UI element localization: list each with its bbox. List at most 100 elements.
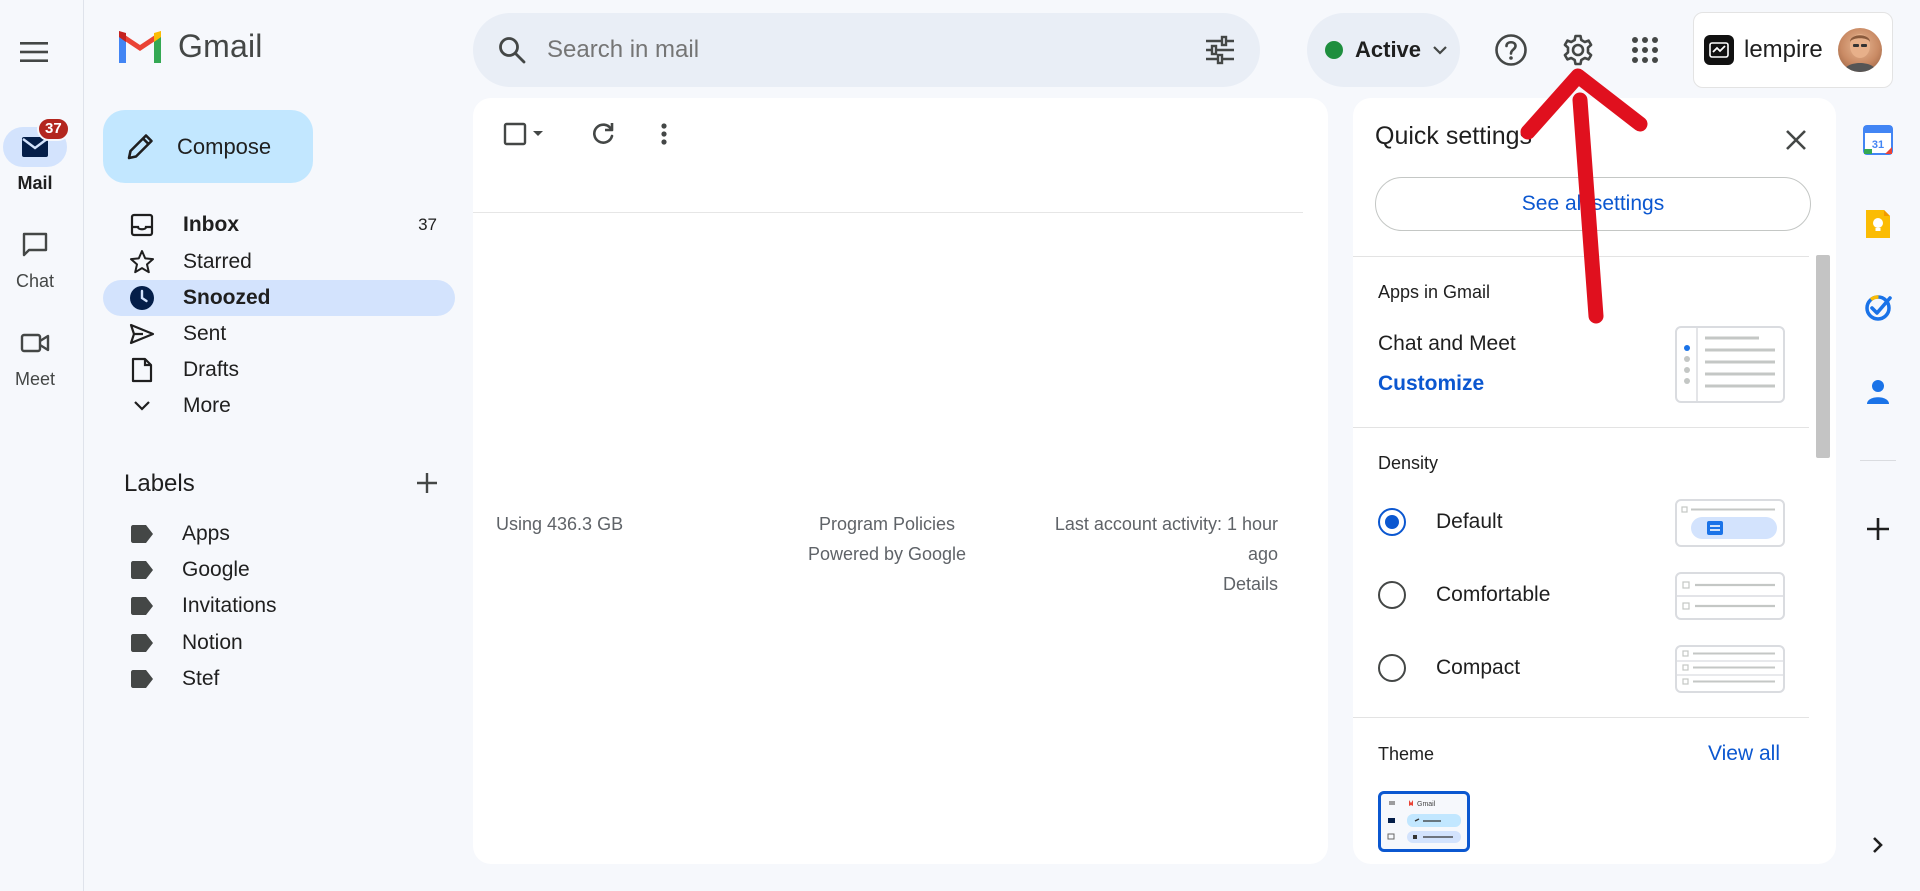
labels-heading: Labels — [124, 470, 195, 497]
send-icon — [129, 323, 155, 345]
quick-settings-scrollbar[interactable] — [1816, 255, 1830, 458]
label-name: Invitations — [182, 594, 277, 617]
main-menu-button[interactable] — [10, 28, 58, 76]
expand-side-panel-button[interactable] — [1858, 825, 1898, 865]
label-name: Apps — [182, 522, 230, 545]
label-item-invitations[interactable]: Invitations — [130, 591, 277, 621]
chat-meet-thumbnail — [1675, 326, 1785, 403]
label-name: Notion — [182, 631, 243, 654]
keep-lightbulb-icon — [1866, 210, 1890, 238]
nav-label-drafts: Drafts — [183, 358, 240, 381]
density-label: Compact — [1436, 656, 1521, 679]
account-switcher[interactable]: lempire — [1693, 12, 1893, 88]
calendar-icon: 31 — [1863, 125, 1893, 155]
side-panel-divider — [1860, 460, 1896, 461]
label-item-google[interactable]: Google — [130, 555, 250, 585]
program-policies-link[interactable]: Program Policies — [780, 509, 994, 539]
nav-count-inbox: 37 — [418, 215, 437, 234]
pencil-icon — [127, 133, 153, 159]
nav-label-sent: Sent — [183, 322, 227, 345]
qs-divider — [1353, 427, 1809, 428]
powered-by-google: Powered by Google — [807, 544, 967, 564]
rail-item-chat[interactable]: Chat — [2, 225, 68, 292]
close-quick-settings-button[interactable] — [1778, 122, 1814, 158]
label-tag-icon — [131, 561, 153, 579]
chevron-down-icon — [134, 401, 150, 411]
rail-item-mail[interactable]: 37 Mail — [2, 117, 70, 194]
tasks-app-button[interactable] — [1858, 288, 1898, 328]
get-addons-button[interactable] — [1858, 509, 1898, 549]
density-option-comfortable[interactable]: Comfortable — [1378, 580, 1550, 610]
plus-icon — [417, 473, 437, 493]
mail-unread-badge: 37 — [37, 117, 70, 141]
calendar-app-button[interactable]: 31 — [1858, 120, 1898, 160]
app-name: Gmail — [178, 28, 263, 64]
search-options-icon[interactable] — [1204, 35, 1236, 65]
label-item-apps[interactable]: Apps — [130, 519, 230, 549]
label-tag-icon — [131, 525, 153, 543]
density-option-default[interactable]: Default — [1378, 507, 1503, 537]
radio-button[interactable] — [1378, 508, 1406, 536]
draft-file-icon — [131, 357, 153, 383]
create-label-button[interactable] — [412, 468, 442, 498]
select-all-checkbox[interactable] — [494, 114, 556, 154]
label-item-notion[interactable]: Notion — [130, 628, 243, 658]
density-label: Default — [1436, 510, 1503, 533]
clock-icon — [130, 286, 154, 310]
radio-button[interactable] — [1378, 654, 1406, 682]
compose-button[interactable]: Compose — [103, 110, 313, 183]
svg-text:31: 31 — [1872, 139, 1884, 151]
nav-label-more: More — [183, 394, 231, 417]
nav-item-drafts[interactable]: Drafts — [103, 352, 455, 388]
density-label: Comfortable — [1436, 583, 1551, 606]
nav-item-more[interactable]: More — [103, 388, 455, 424]
activity-details-link[interactable]: Details — [1020, 569, 1278, 599]
contacts-person-icon — [1867, 380, 1889, 404]
nav-item-inbox[interactable]: Inbox 37 — [103, 207, 455, 243]
close-icon — [1786, 130, 1806, 150]
contacts-app-button[interactable] — [1858, 372, 1898, 412]
tasks-check-icon — [1865, 295, 1892, 321]
search-icon — [499, 37, 526, 64]
search-input[interactable] — [547, 36, 1204, 64]
hamburger-icon — [20, 42, 48, 62]
nav-label-inbox: Inbox — [183, 213, 239, 236]
density-default-thumbnail — [1675, 499, 1785, 547]
rail-pill-chat — [3, 225, 67, 265]
customize-link[interactable]: Customize — [1378, 372, 1484, 396]
chat-icon — [22, 232, 48, 257]
label-item-stef[interactable]: Stef — [130, 664, 219, 694]
nav-item-starred[interactable]: Starred — [103, 244, 455, 280]
storage-usage[interactable]: Using 436.3 GB — [496, 509, 623, 539]
rail-pill-mail: 37 — [3, 117, 70, 167]
view-all-themes-link[interactable]: View all — [1708, 742, 1780, 766]
last-activity-line2: ago — [1247, 544, 1278, 564]
chevron-down-icon — [1433, 46, 1447, 55]
density-option-compact[interactable]: Compact — [1378, 653, 1520, 683]
footer-center: Program Policies Powered by Google — [780, 509, 994, 569]
gmail-logo[interactable]: Gmail — [116, 28, 263, 65]
nav-item-snoozed[interactable]: Snoozed — [103, 280, 455, 316]
last-activity: Last account activity: 1 hour ago Detail… — [1020, 509, 1278, 599]
more-options-button[interactable] — [644, 114, 684, 154]
status-selector[interactable]: Active — [1307, 13, 1460, 87]
refresh-icon — [593, 123, 614, 144]
user-avatar — [1838, 28, 1882, 72]
refresh-button[interactable] — [583, 114, 623, 154]
label-name: Google — [182, 558, 250, 581]
rail-label-mail: Mail — [17, 173, 53, 193]
nav-label-snoozed: Snoozed — [183, 286, 271, 309]
video-camera-icon — [20, 333, 50, 353]
rail-label-meet: Meet — [14, 369, 56, 389]
toolbar-divider — [473, 212, 1303, 213]
chevron-right-icon — [1873, 837, 1883, 853]
qs-divider — [1353, 717, 1809, 718]
keep-app-button[interactable] — [1858, 204, 1898, 244]
theme-thumbnail-default[interactable]: Gmail — [1378, 791, 1470, 852]
apps-in-gmail-heading: Apps in Gmail — [1378, 282, 1491, 302]
label-tag-icon — [131, 670, 153, 688]
radio-button[interactable] — [1378, 581, 1406, 609]
rail-item-meet[interactable]: Meet — [2, 323, 68, 390]
search-bar[interactable] — [473, 13, 1260, 87]
nav-item-sent[interactable]: Sent — [103, 316, 455, 352]
